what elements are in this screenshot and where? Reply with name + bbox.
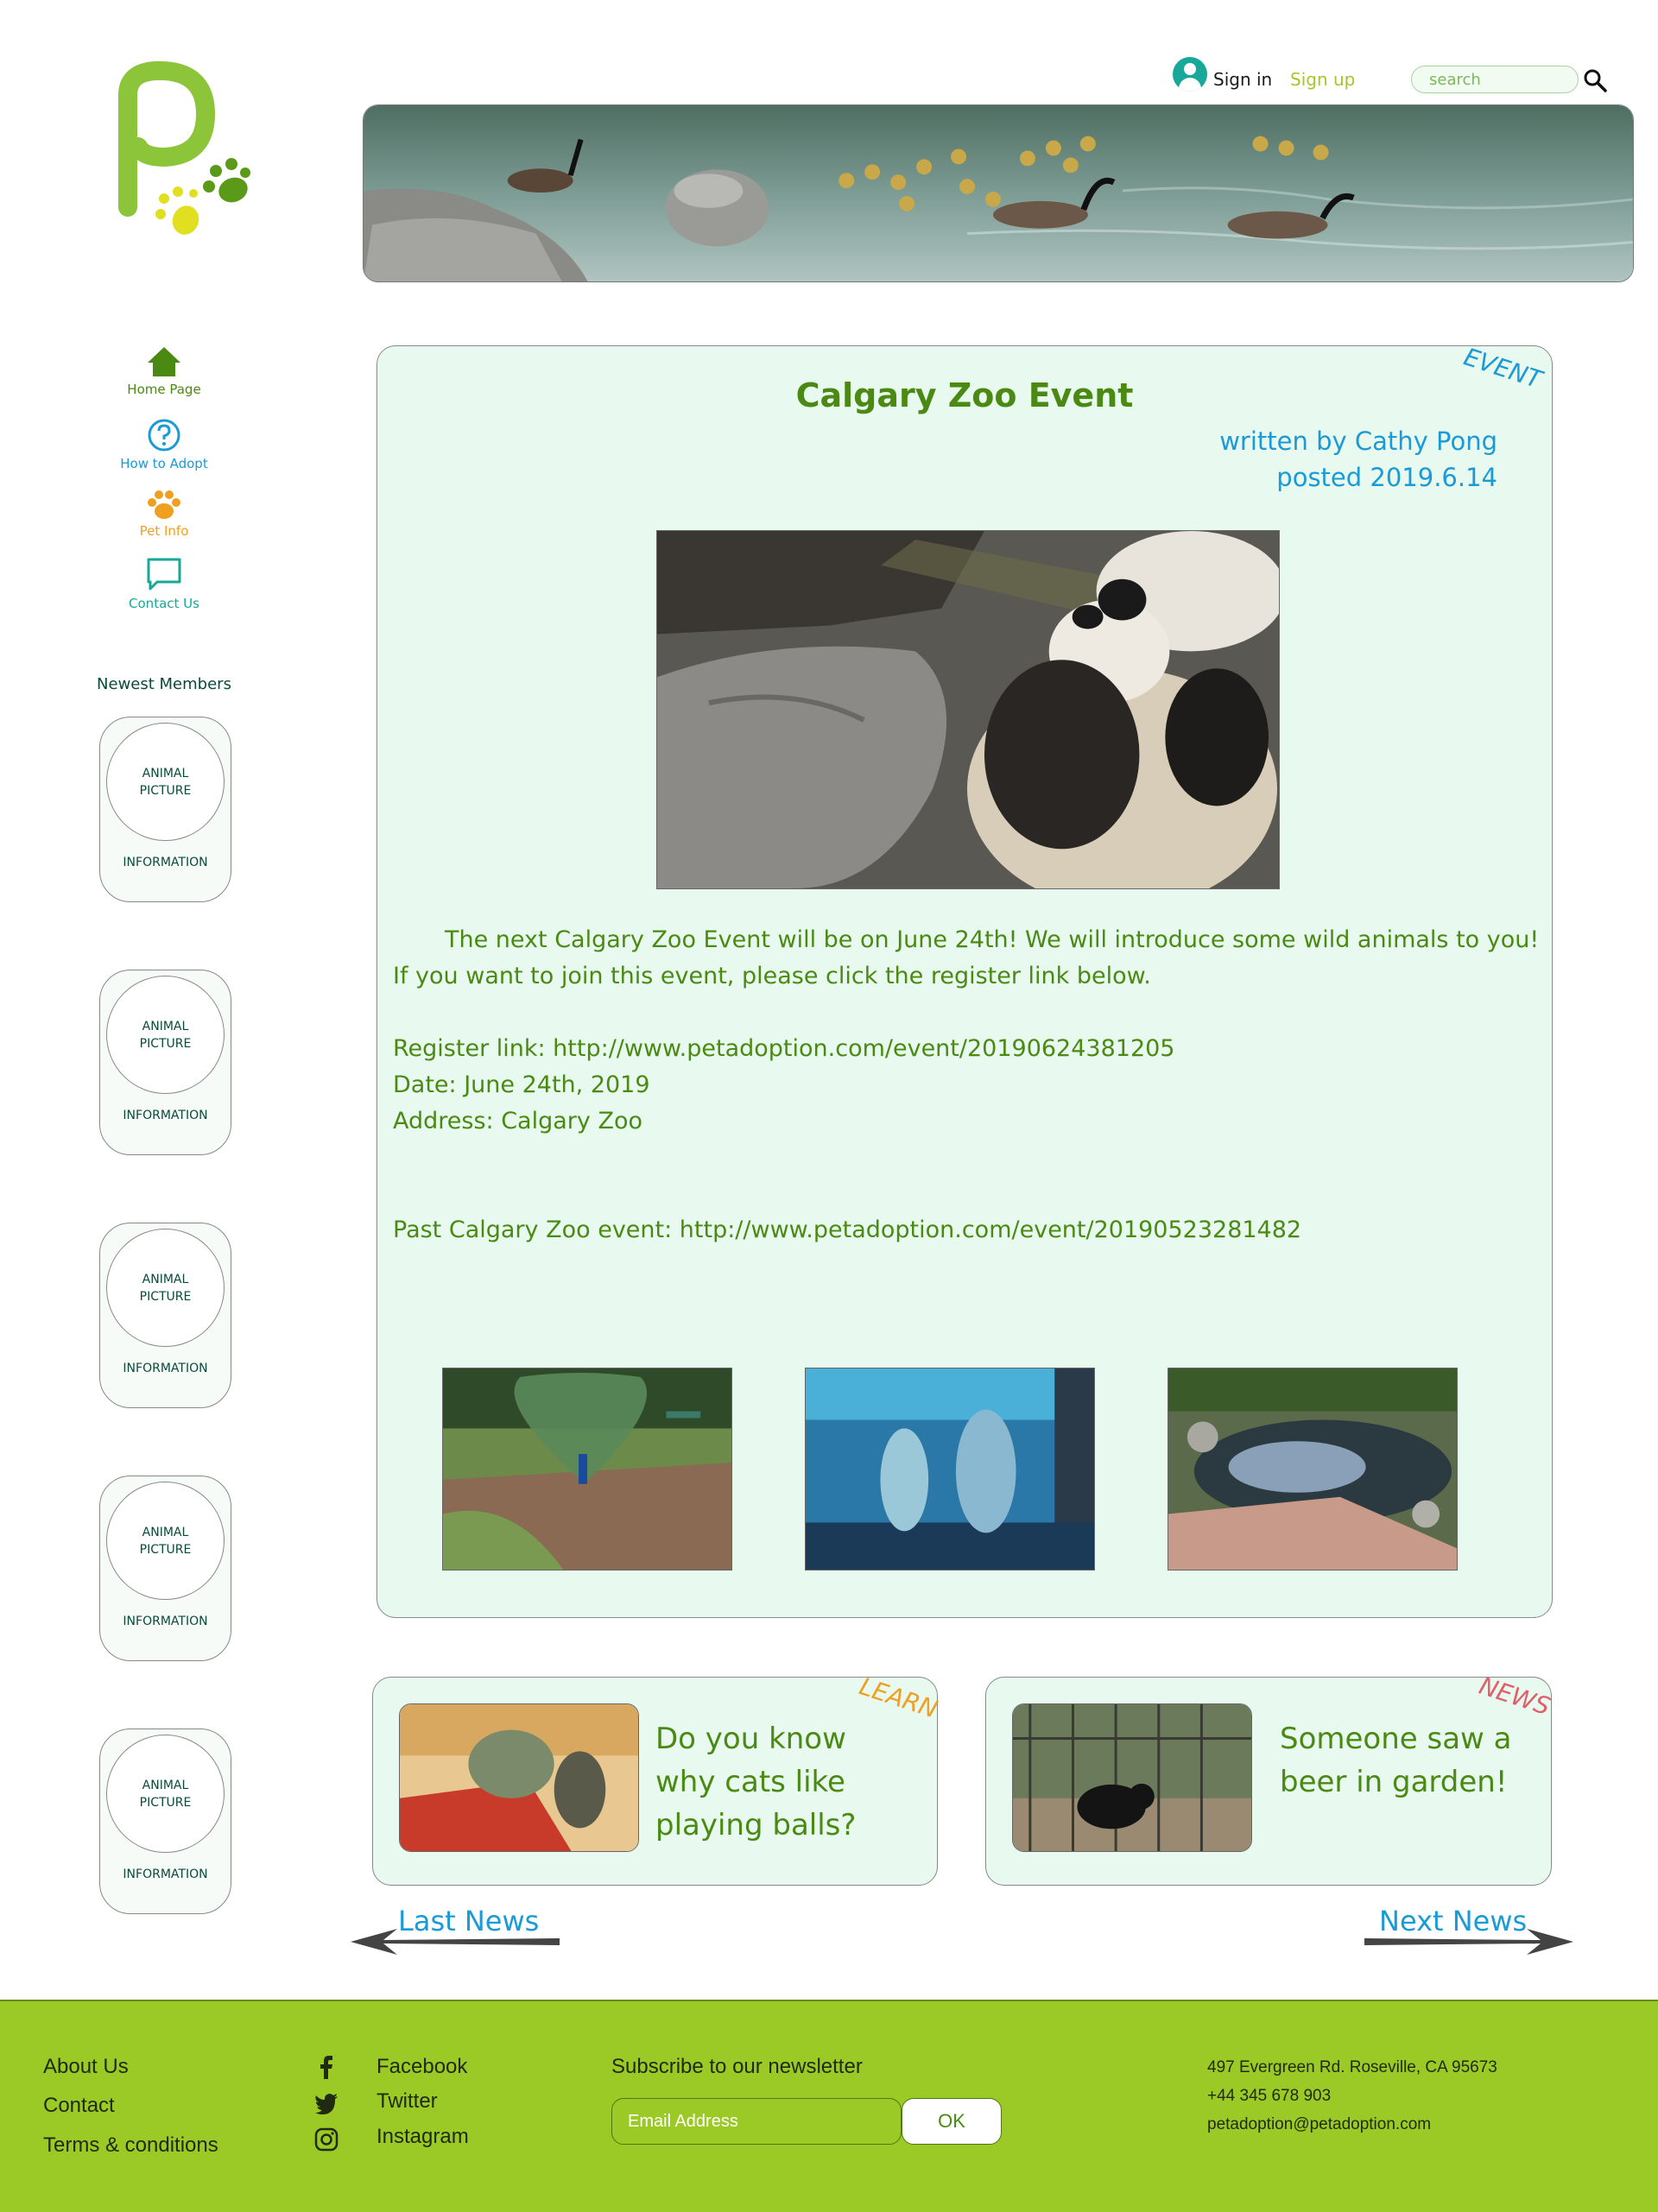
animal-picture: ANIMAL PICTURE xyxy=(106,1229,225,1347)
instagram-icon[interactable] xyxy=(314,2127,339,2152)
learn-card[interactable]: Do you know why cats like playing balls? xyxy=(372,1677,938,1886)
sidebar-item-home[interactable]: Home Page xyxy=(104,345,225,397)
newsletter-heading: Subscribe to our newsletter xyxy=(611,2055,863,2078)
register-link[interactable]: Register link: http://www.petadoption.co… xyxy=(393,1031,1533,1067)
search-input[interactable] xyxy=(1411,66,1579,93)
member-card[interactable]: ANIMAL PICTURE INFORMATION xyxy=(99,1476,231,1661)
site-logo[interactable] xyxy=(104,60,268,250)
animal-picture: ANIMAL PICTURE xyxy=(106,1482,225,1600)
article-title: Calgary Zoo Event xyxy=(795,376,1134,414)
member-card[interactable]: ANIMAL PICTURE INFORMATION xyxy=(99,1223,231,1408)
twitter-icon[interactable] xyxy=(314,2091,339,2115)
member-card[interactable]: ANIMAL PICTURE INFORMATION xyxy=(99,1729,231,1914)
peacock-photo xyxy=(442,1368,732,1571)
animal-picture: ANIMAL PICTURE xyxy=(106,976,225,1094)
paw-icon xyxy=(148,490,180,519)
member-information: INFORMATION xyxy=(123,1615,208,1628)
footer-email[interactable]: petadoption@petadoption.com xyxy=(1207,2115,1431,2134)
sidebar-item-pet-info[interactable]: Pet Info xyxy=(104,489,225,539)
penguins-photo xyxy=(805,1368,1095,1571)
sidebar-item-contact-us[interactable]: Contact Us xyxy=(104,556,225,611)
question-icon xyxy=(148,419,180,452)
newest-members-heading: Newest Members xyxy=(97,675,231,693)
member-card[interactable]: ANIMAL PICTURE INFORMATION xyxy=(99,717,231,902)
member-information: INFORMATION xyxy=(123,856,208,869)
duck-pond-photo xyxy=(1168,1368,1458,1571)
animal-picture: ANIMAL PICTURE xyxy=(106,1735,225,1853)
footer-contact-link[interactable]: Contact xyxy=(43,2094,115,2118)
cat-illustration xyxy=(399,1703,639,1852)
news-card[interactable]: Someone saw a beer in garden! xyxy=(985,1677,1552,1886)
sidebar-item-label: Pet Info xyxy=(139,523,189,539)
home-icon xyxy=(148,347,180,376)
article-intro-line: If you want to join this event, please c… xyxy=(393,963,1151,989)
news-card-text: Someone saw a beer in garden! xyxy=(1280,1722,1512,1799)
sidebar-item-how-to-adopt[interactable]: How to Adopt xyxy=(104,418,225,471)
user-icon[interactable] xyxy=(1173,57,1207,92)
sign-up-link[interactable]: Sign up xyxy=(1290,69,1355,90)
article-byline: written by Cathy Pong posted 2019.6.14 xyxy=(1219,423,1497,496)
sidebar-item-label: How to Adopt xyxy=(120,456,208,471)
footer-address: 497 Evergreen Rd. Roseville, CA 95673 xyxy=(1207,2058,1497,2076)
article-body: The next Calgary Zoo Event will be on Ju… xyxy=(393,922,1540,1248)
event-address: Address: Calgary Zoo xyxy=(393,1108,642,1134)
footer-about-us-link[interactable]: About Us xyxy=(43,2055,129,2079)
bear-photo xyxy=(1012,1703,1252,1852)
learn-card-text: Do you know why cats like playing balls? xyxy=(655,1722,857,1842)
banner-geese-photo xyxy=(363,104,1634,282)
twitter-link[interactable]: Twitter xyxy=(377,2089,438,2114)
article-author: written by Cathy Pong xyxy=(1219,427,1497,456)
footer-phone: +44 345 678 903 xyxy=(1207,2087,1332,2105)
left-arrow-icon[interactable] xyxy=(349,1927,561,1956)
member-information: INFORMATION xyxy=(123,1109,208,1122)
member-information: INFORMATION xyxy=(123,1868,208,1881)
past-event-link[interactable]: Past Calgary Zoo event: http://www.petad… xyxy=(393,1212,1533,1248)
animal-picture: ANIMAL PICTURE xyxy=(106,723,225,841)
footer-terms-link[interactable]: Terms & conditions xyxy=(43,2133,218,2158)
newsletter-email-input[interactable] xyxy=(611,2098,902,2145)
chat-icon xyxy=(147,558,181,591)
article-intro-line: The next Calgary Zoo Event will be on Ju… xyxy=(445,926,1540,953)
sidebar-item-label: Home Page xyxy=(127,382,201,397)
sidebar-item-label: Contact Us xyxy=(129,596,199,611)
search-icon[interactable] xyxy=(1582,67,1608,93)
sign-in-link[interactable]: Sign in xyxy=(1213,69,1272,90)
facebook-icon[interactable] xyxy=(314,2055,339,2079)
instagram-link[interactable]: Instagram xyxy=(377,2125,469,2149)
article-posted-date: posted 2019.6.14 xyxy=(1276,463,1497,492)
event-date: Date: June 24th, 2019 xyxy=(393,1071,650,1098)
facebook-link[interactable]: Facebook xyxy=(377,2055,467,2079)
right-arrow-icon[interactable] xyxy=(1363,1927,1575,1956)
panda-photo xyxy=(656,530,1280,889)
member-information: INFORMATION xyxy=(123,1362,208,1375)
newsletter-ok-button[interactable]: OK xyxy=(902,2098,1002,2145)
member-card[interactable]: ANIMAL PICTURE INFORMATION xyxy=(99,970,231,1155)
